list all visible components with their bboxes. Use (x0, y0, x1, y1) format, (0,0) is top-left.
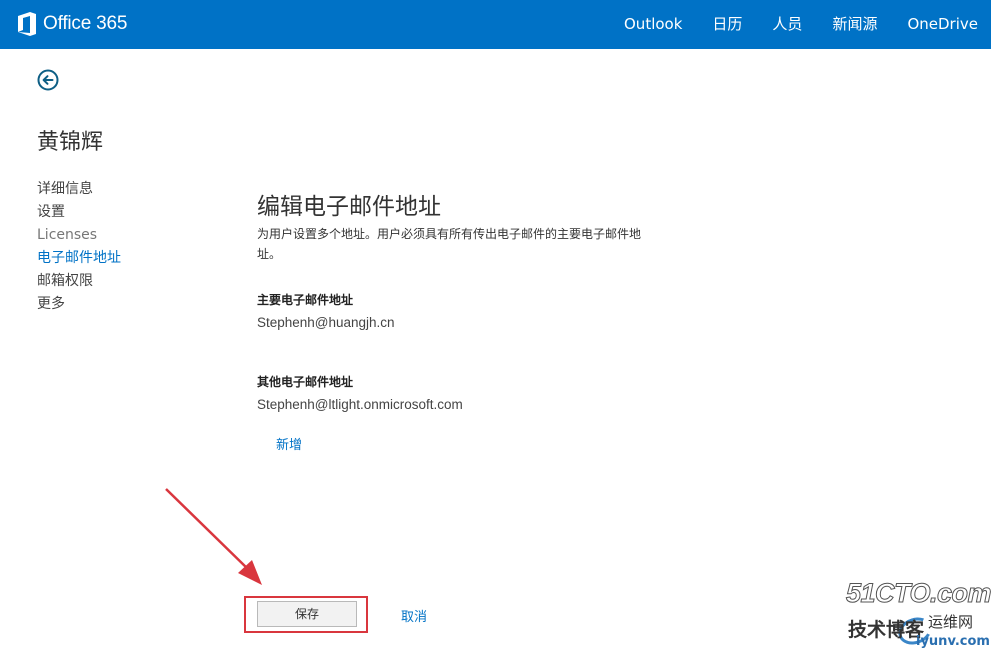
edit-email-panel: 编辑电子邮件地址 为用户设置多个地址。用户必须具有所有传出电子邮件的主要电子邮件… (257, 192, 657, 264)
back-arrow-icon[interactable] (37, 69, 59, 91)
sidebar-item-mailbox-permissions[interactable]: 邮箱权限 (37, 270, 121, 293)
section-description: 为用户设置多个地址。用户必须具有所有传出电子邮件的主要电子邮件地址。 (257, 227, 642, 261)
cancel-link[interactable]: 取消 (401, 606, 427, 625)
top-bar: Office 365 Outlook 日历 人员 新闻源 OneDrive (0, 0, 991, 49)
nav-newsfeed[interactable]: 新闻源 (815, 0, 890, 49)
nav-calendar[interactable]: 日历 (695, 0, 755, 49)
nav-onedrive[interactable]: OneDrive (890, 0, 991, 49)
save-button[interactable]: 保存 (257, 601, 357, 627)
sidebar-item-details[interactable]: 详细信息 (37, 178, 121, 201)
nav-people[interactable]: 人员 (755, 0, 815, 49)
office-logo-icon (18, 12, 36, 36)
nav-outlook[interactable]: Outlook (607, 0, 695, 49)
annotation-arrow (165, 488, 262, 585)
sidebar-item-settings[interactable]: 设置 (37, 201, 121, 224)
watermark-right: 运维网 (928, 613, 974, 631)
watermark: 51CTO.com 技术博客 运维网 iyunv.com (845, 578, 991, 652)
sidebar-item-licenses[interactable]: Licenses (37, 224, 121, 247)
other-email-value: Stephenh@ltlight.onmicrosoft.com (257, 397, 463, 412)
sidebar-item-more[interactable]: 更多 (37, 293, 121, 316)
top-nav: Outlook 日历 人员 新闻源 OneDrive (607, 0, 991, 49)
watermark-url: iyunv.com (916, 634, 990, 649)
sidebar-item-email-addresses[interactable]: 电子邮件地址 (37, 247, 121, 270)
user-display-name: 黄锦辉 (37, 130, 104, 155)
watermark-main: 51CTO.com (845, 578, 991, 609)
other-email-label: 其他电子邮件地址 (257, 375, 354, 389)
brand-name: Office 365 (43, 13, 128, 34)
sidebar-nav: 详细信息 设置 Licenses 电子邮件地址 邮箱权限 更多 (37, 178, 121, 316)
primary-email-label: 主要电子邮件地址 (257, 293, 354, 307)
add-email-link[interactable]: 新增 (276, 434, 302, 453)
section-title: 编辑电子邮件地址 (257, 194, 441, 220)
office-logo[interactable]: Office 365 (17, 10, 127, 38)
primary-email-value: Stephenh@huangjh.cn (257, 315, 395, 330)
watermark-left: 技术博客 (848, 619, 925, 641)
